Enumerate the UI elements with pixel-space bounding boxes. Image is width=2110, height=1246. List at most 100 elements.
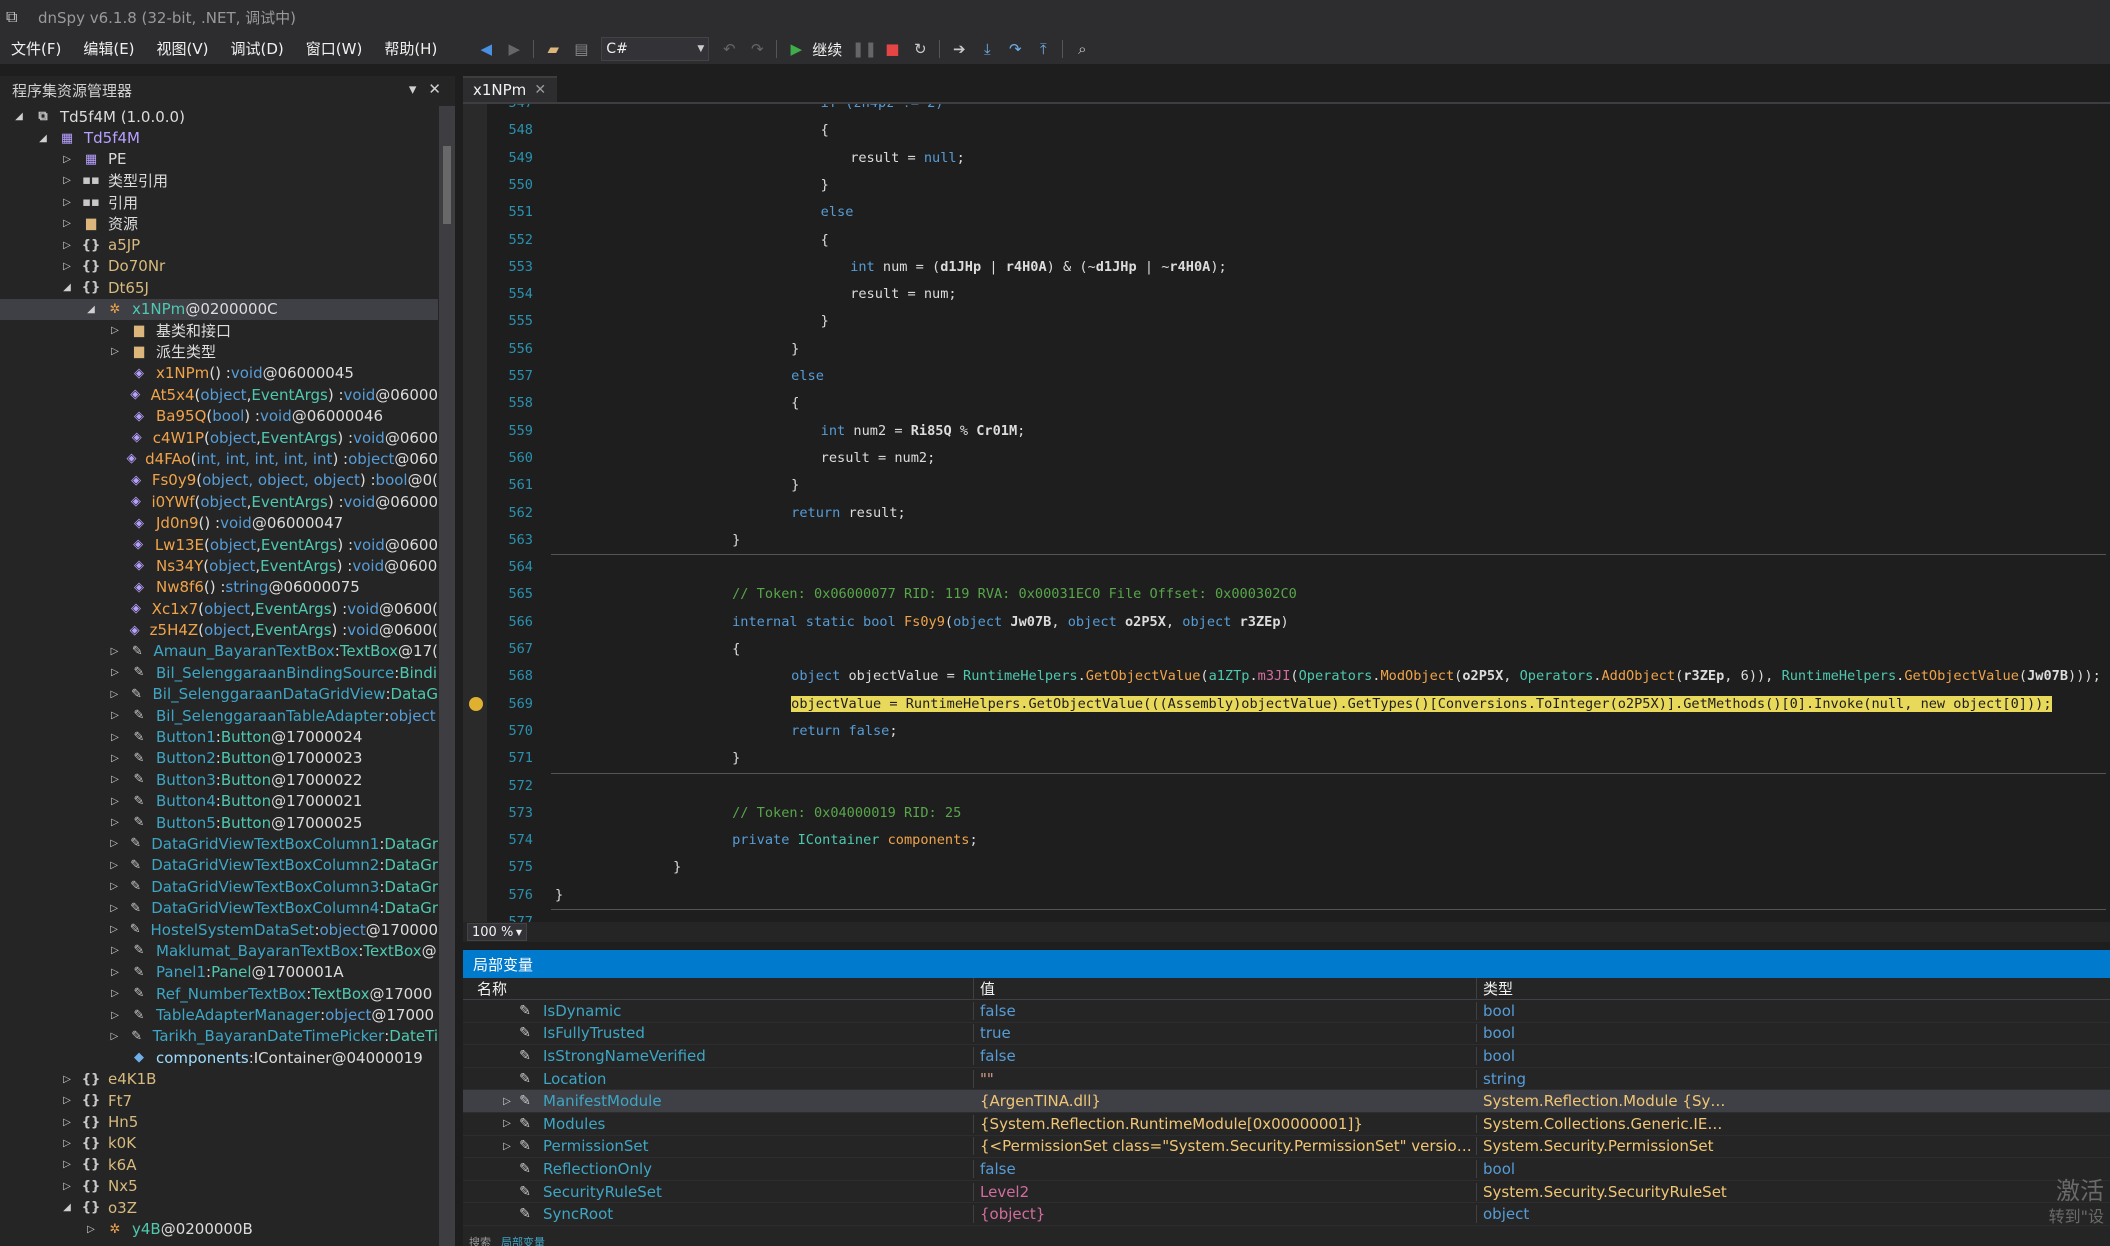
tree-node[interactable]: ▷ ✎ DataGridViewTextBoxColumn3 : DataGr <box>0 876 438 897</box>
column-type[interactable]: 类型 <box>1476 978 1728 999</box>
tree-node[interactable]: ◈ z5H4Z(object, EventArgs) : void @0600( <box>0 619 438 640</box>
locals-row[interactable]: ✎ Location "" string <box>463 1068 2110 1091</box>
back-arrow-icon[interactable]: ◀ <box>475 38 497 60</box>
menu-edit[interactable]: 编辑(E) <box>72 34 145 64</box>
collapsed-arrow-icon[interactable]: ▷ <box>108 1010 122 1021</box>
language-select[interactable]: C# ▼ <box>601 37 710 61</box>
tree-node[interactable]: ▷ {} k6A <box>0 1154 438 1175</box>
tree-node[interactable]: ◈ d4FAo(int, int, int, int, int) : object… <box>0 448 438 469</box>
tree-node[interactable]: ▷ ✎ Amaun_BayaranTextBox : TextBox @17( <box>0 641 438 662</box>
expanded-arrow-icon[interactable]: ◢ <box>36 133 50 144</box>
tree-scrollbar[interactable] <box>439 106 455 1246</box>
locals-value[interactable]: false <box>973 1001 1476 1020</box>
tree-node[interactable]: ◢ {} o3Z <box>0 1197 438 1218</box>
collapsed-arrow-icon[interactable]: ▷ <box>108 732 122 743</box>
expand-arrow-icon[interactable]: ▷ <box>499 1096 515 1107</box>
collapsed-arrow-icon[interactable]: ▷ <box>108 924 120 935</box>
tree-node[interactable]: ◈ Lw13E(object, EventArgs) : void @0600 <box>0 534 438 555</box>
pause-icon[interactable]: ❚❚ <box>852 38 877 60</box>
breakpoint-icon[interactable] <box>469 696 483 711</box>
tree-node[interactable]: ◈ Fs0y9(object, object, object) : bool @0… <box>0 470 438 491</box>
expand-arrow-icon[interactable]: ▷ <box>499 1141 515 1152</box>
locals-row[interactable]: ▷ ✎ ManifestModule {ArgenTINA.dll} System.Re… <box>463 1090 2110 1113</box>
tree-node[interactable]: ▷ ▆ 资源 <box>0 213 438 234</box>
expanded-arrow-icon[interactable]: ◢ <box>12 111 26 122</box>
collapsed-arrow-icon[interactable]: ▷ <box>60 1181 74 1192</box>
locals-value[interactable]: {System.Reflection.RuntimeModule[0x00000… <box>973 1114 1476 1133</box>
close-icon[interactable]: ✕ <box>428 80 441 98</box>
forward-arrow-icon[interactable]: ▶ <box>503 38 525 60</box>
code-editor[interactable]: 547 if (zn4pz != 2) 548{549 result = null; 5… <box>463 102 2110 922</box>
tree-node[interactable]: ◢ ✲ x1NPm @0200000C <box>0 298 438 320</box>
collapsed-arrow-icon[interactable]: ▷ <box>108 881 120 892</box>
locals-row[interactable]: ✎ ReflectionOnly false bool <box>463 1158 2110 1181</box>
expanded-arrow-icon[interactable]: ◢ <box>60 282 74 293</box>
zoom-select[interactable]: 100 % ▼ <box>467 923 527 941</box>
locals-row[interactable]: ✎ SyncRoot {object} object <box>463 1203 2110 1226</box>
tree-node[interactable]: ▷ ✎ Button5 : Button @17000025 <box>0 812 438 833</box>
column-value[interactable]: 值 <box>973 978 1476 999</box>
tree-node[interactable]: ◢ ⧉ Td5f4M (1.0.0.0) <box>0 106 438 127</box>
menu-help[interactable]: 帮助(H) <box>373 34 448 64</box>
collapsed-arrow-icon[interactable]: ▷ <box>108 967 122 978</box>
collapsed-arrow-icon[interactable]: ▷ <box>84 1224 98 1235</box>
collapsed-arrow-icon[interactable]: ▷ <box>108 988 122 999</box>
collapsed-arrow-icon[interactable]: ▷ <box>60 1159 74 1170</box>
locals-value[interactable]: {object} <box>973 1205 1476 1224</box>
tree-node[interactable]: ▷ ✎ DataGridViewTextBoxColumn4 : DataGr <box>0 897 438 918</box>
search-icon[interactable]: ⌕ <box>1071 38 1093 60</box>
tree-node[interactable]: ▷ ✎ Panel1 : Panel @1700001A <box>0 962 438 983</box>
tree-node[interactable]: ▷ ✎ Bil_SelenggaraanDataGridView : DataG <box>0 684 438 705</box>
tree-node[interactable]: ◢ {} Dt65J <box>0 277 438 298</box>
collapsed-arrow-icon[interactable]: ▷ <box>60 1117 74 1128</box>
menu-debug[interactable]: 调试(D) <box>220 34 295 64</box>
tree-node[interactable]: ▷ ▆ 派生类型 <box>0 341 438 362</box>
tree-node[interactable]: ▷ ▪▪ 引用 <box>0 192 438 213</box>
collapsed-arrow-icon[interactable]: ▷ <box>60 240 74 251</box>
tree-node[interactable]: ◈ Nw8f6() : string @06000075 <box>0 577 438 598</box>
undo-icon[interactable]: ↶ <box>718 38 740 60</box>
locals-row[interactable]: ✎ IsStrongNameVerified false bool <box>463 1045 2110 1068</box>
collapsed-arrow-icon[interactable]: ▷ <box>108 1031 121 1042</box>
tree-node[interactable]: ◈ At5x4(object, EventArgs) : void @06000 <box>0 384 438 405</box>
locals-value[interactable]: false <box>973 1046 1476 1065</box>
tree-node[interactable]: ▷ {} Hn5 <box>0 1111 438 1132</box>
locals-value[interactable]: "" <box>973 1069 1476 1088</box>
tree-node[interactable]: ▷ ✎ Tarikh_BayaranDateTimePicker : DateTi <box>0 1026 438 1047</box>
tree-node[interactable]: ▷ ✎ Button3 : Button @17000022 <box>0 769 438 790</box>
collapsed-arrow-icon[interactable]: ▷ <box>60 1138 74 1149</box>
tree-node[interactable]: ◈ Ba95Q(bool) : void @06000046 <box>0 405 438 426</box>
tree-node[interactable]: ◈ x1NPm() : void @06000045 <box>0 363 438 384</box>
tree-node[interactable]: ▷ {} a5JP <box>0 234 438 255</box>
collapsed-arrow-icon[interactable]: ▷ <box>60 154 74 165</box>
collapsed-arrow-icon[interactable]: ▷ <box>108 346 122 357</box>
tree-node[interactable]: ▷ ✎ Maklumat_BayaranTextBox : TextBox @ <box>0 940 438 961</box>
collapsed-arrow-icon[interactable]: ▷ <box>108 689 121 700</box>
tree-node[interactable]: ▷ ✲ y4B @0200000B <box>0 1218 438 1239</box>
tree-node[interactable]: ▷ {} e4K1B <box>0 1069 438 1090</box>
collapsed-arrow-icon[interactable]: ▷ <box>108 860 120 871</box>
tree-node[interactable]: ▷ ✎ Button4 : Button @17000021 <box>0 791 438 812</box>
menu-view[interactable]: 视图(V) <box>146 34 220 64</box>
locals-value[interactable]: false <box>973 1159 1476 1178</box>
collapsed-arrow-icon[interactable]: ▷ <box>108 710 122 721</box>
show-next-statement-icon[interactable]: ➔ <box>948 38 970 60</box>
collapsed-arrow-icon[interactable]: ▷ <box>108 817 122 828</box>
collapsed-arrow-icon[interactable]: ▷ <box>108 774 122 785</box>
collapsed-arrow-icon[interactable]: ▷ <box>108 796 122 807</box>
collapsed-arrow-icon[interactable]: ▷ <box>60 197 74 208</box>
tree-node[interactable]: ▷ ✎ TableAdapterManager : object @17000 <box>0 1004 438 1025</box>
tree-node[interactable]: ▷ {} Do70Nr <box>0 256 438 277</box>
tree-node[interactable]: ▷ ▪▪ 类型引用 <box>0 170 438 191</box>
expanded-arrow-icon[interactable]: ◢ <box>60 1202 74 1213</box>
tree-node[interactable]: ▷ ✎ HostelSystemDataSet : object @170000 <box>0 919 438 940</box>
collapsed-arrow-icon[interactable]: ▷ <box>60 261 74 272</box>
restart-icon[interactable]: ↻ <box>909 38 931 60</box>
tree-node[interactable]: ◆ components : IContainer @04000019 <box>0 1047 438 1068</box>
step-over-icon[interactable]: ↷ <box>1004 38 1026 60</box>
tree-node[interactable]: ◈ Jd0n9() : void @06000047 <box>0 512 438 533</box>
step-into-icon[interactable]: ⤓ <box>976 38 998 60</box>
locals-row[interactable]: ▷ ✎ PermissionSet {<PermissionSet class="Sy… <box>463 1136 2110 1159</box>
collapsed-arrow-icon[interactable]: ▷ <box>108 325 122 336</box>
collapsed-arrow-icon[interactable]: ▷ <box>108 646 121 657</box>
